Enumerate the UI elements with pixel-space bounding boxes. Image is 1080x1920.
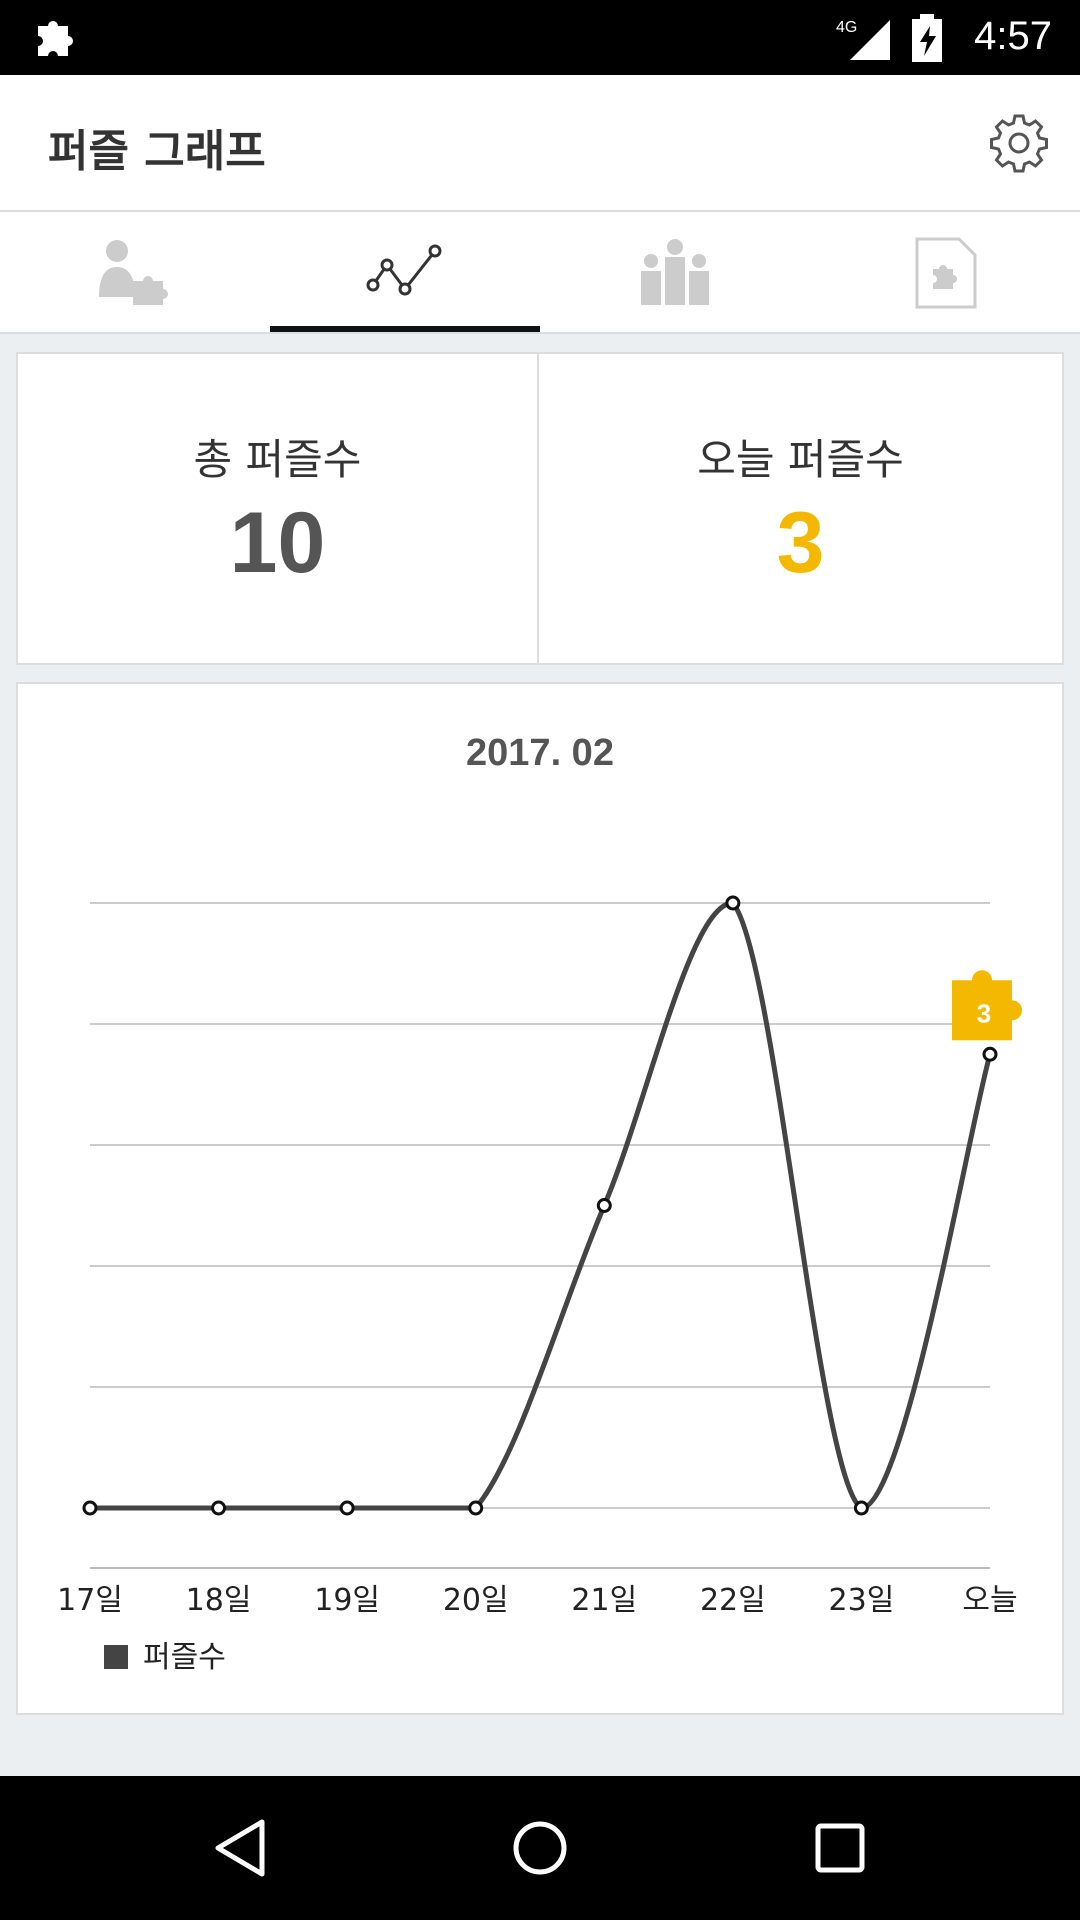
today-puzzles-label: 오늘 퍼즐수 [697, 435, 904, 484]
status-bar: 4G 4:57 [0, 0, 1080, 75]
chart-card: 2017. 02 [16, 682, 1064, 1715]
today-puzzles-value: 3 [776, 495, 825, 591]
navigation-bar [0, 1776, 1080, 1920]
puzzle-document-icon [915, 237, 977, 309]
tab-ranking[interactable] [540, 212, 810, 332]
tab-selected-indicator [270, 326, 540, 332]
recent-apps-icon[interactable] [804, 1812, 876, 1884]
group-ranking-icon [641, 239, 709, 305]
svg-text:4G: 4G [836, 19, 857, 36]
tab-bar [0, 212, 1080, 334]
home-icon[interactable] [504, 1812, 576, 1884]
line-graph-icon [366, 244, 442, 296]
page-title: 퍼즐 그래프 [48, 126, 266, 177]
total-puzzles-value: 10 [229, 495, 326, 591]
tab-profile-puzzle[interactable] [0, 212, 270, 332]
tab-graph[interactable] [270, 212, 540, 332]
back-icon[interactable] [204, 1812, 276, 1884]
person-puzzle-icon [99, 240, 168, 305]
app-bar: 퍼즐 그래프 [0, 75, 1080, 212]
today-puzzles-card: 오늘 퍼즐수 3 [537, 352, 1064, 665]
settings-gear-icon[interactable] [988, 112, 1050, 174]
total-puzzles-card: 총 퍼즐수 10 [16, 352, 539, 665]
total-puzzles-label: 총 퍼즐수 [193, 435, 362, 484]
clock: 4:57 [974, 14, 1052, 58]
signal-icon: 4G [836, 19, 890, 60]
chart-title: 2017. 02 [466, 732, 614, 774]
tab-puzzle-document[interactable] [810, 212, 1080, 332]
battery-charging-icon [912, 14, 942, 62]
puzzle-notification-icon [38, 21, 73, 56]
